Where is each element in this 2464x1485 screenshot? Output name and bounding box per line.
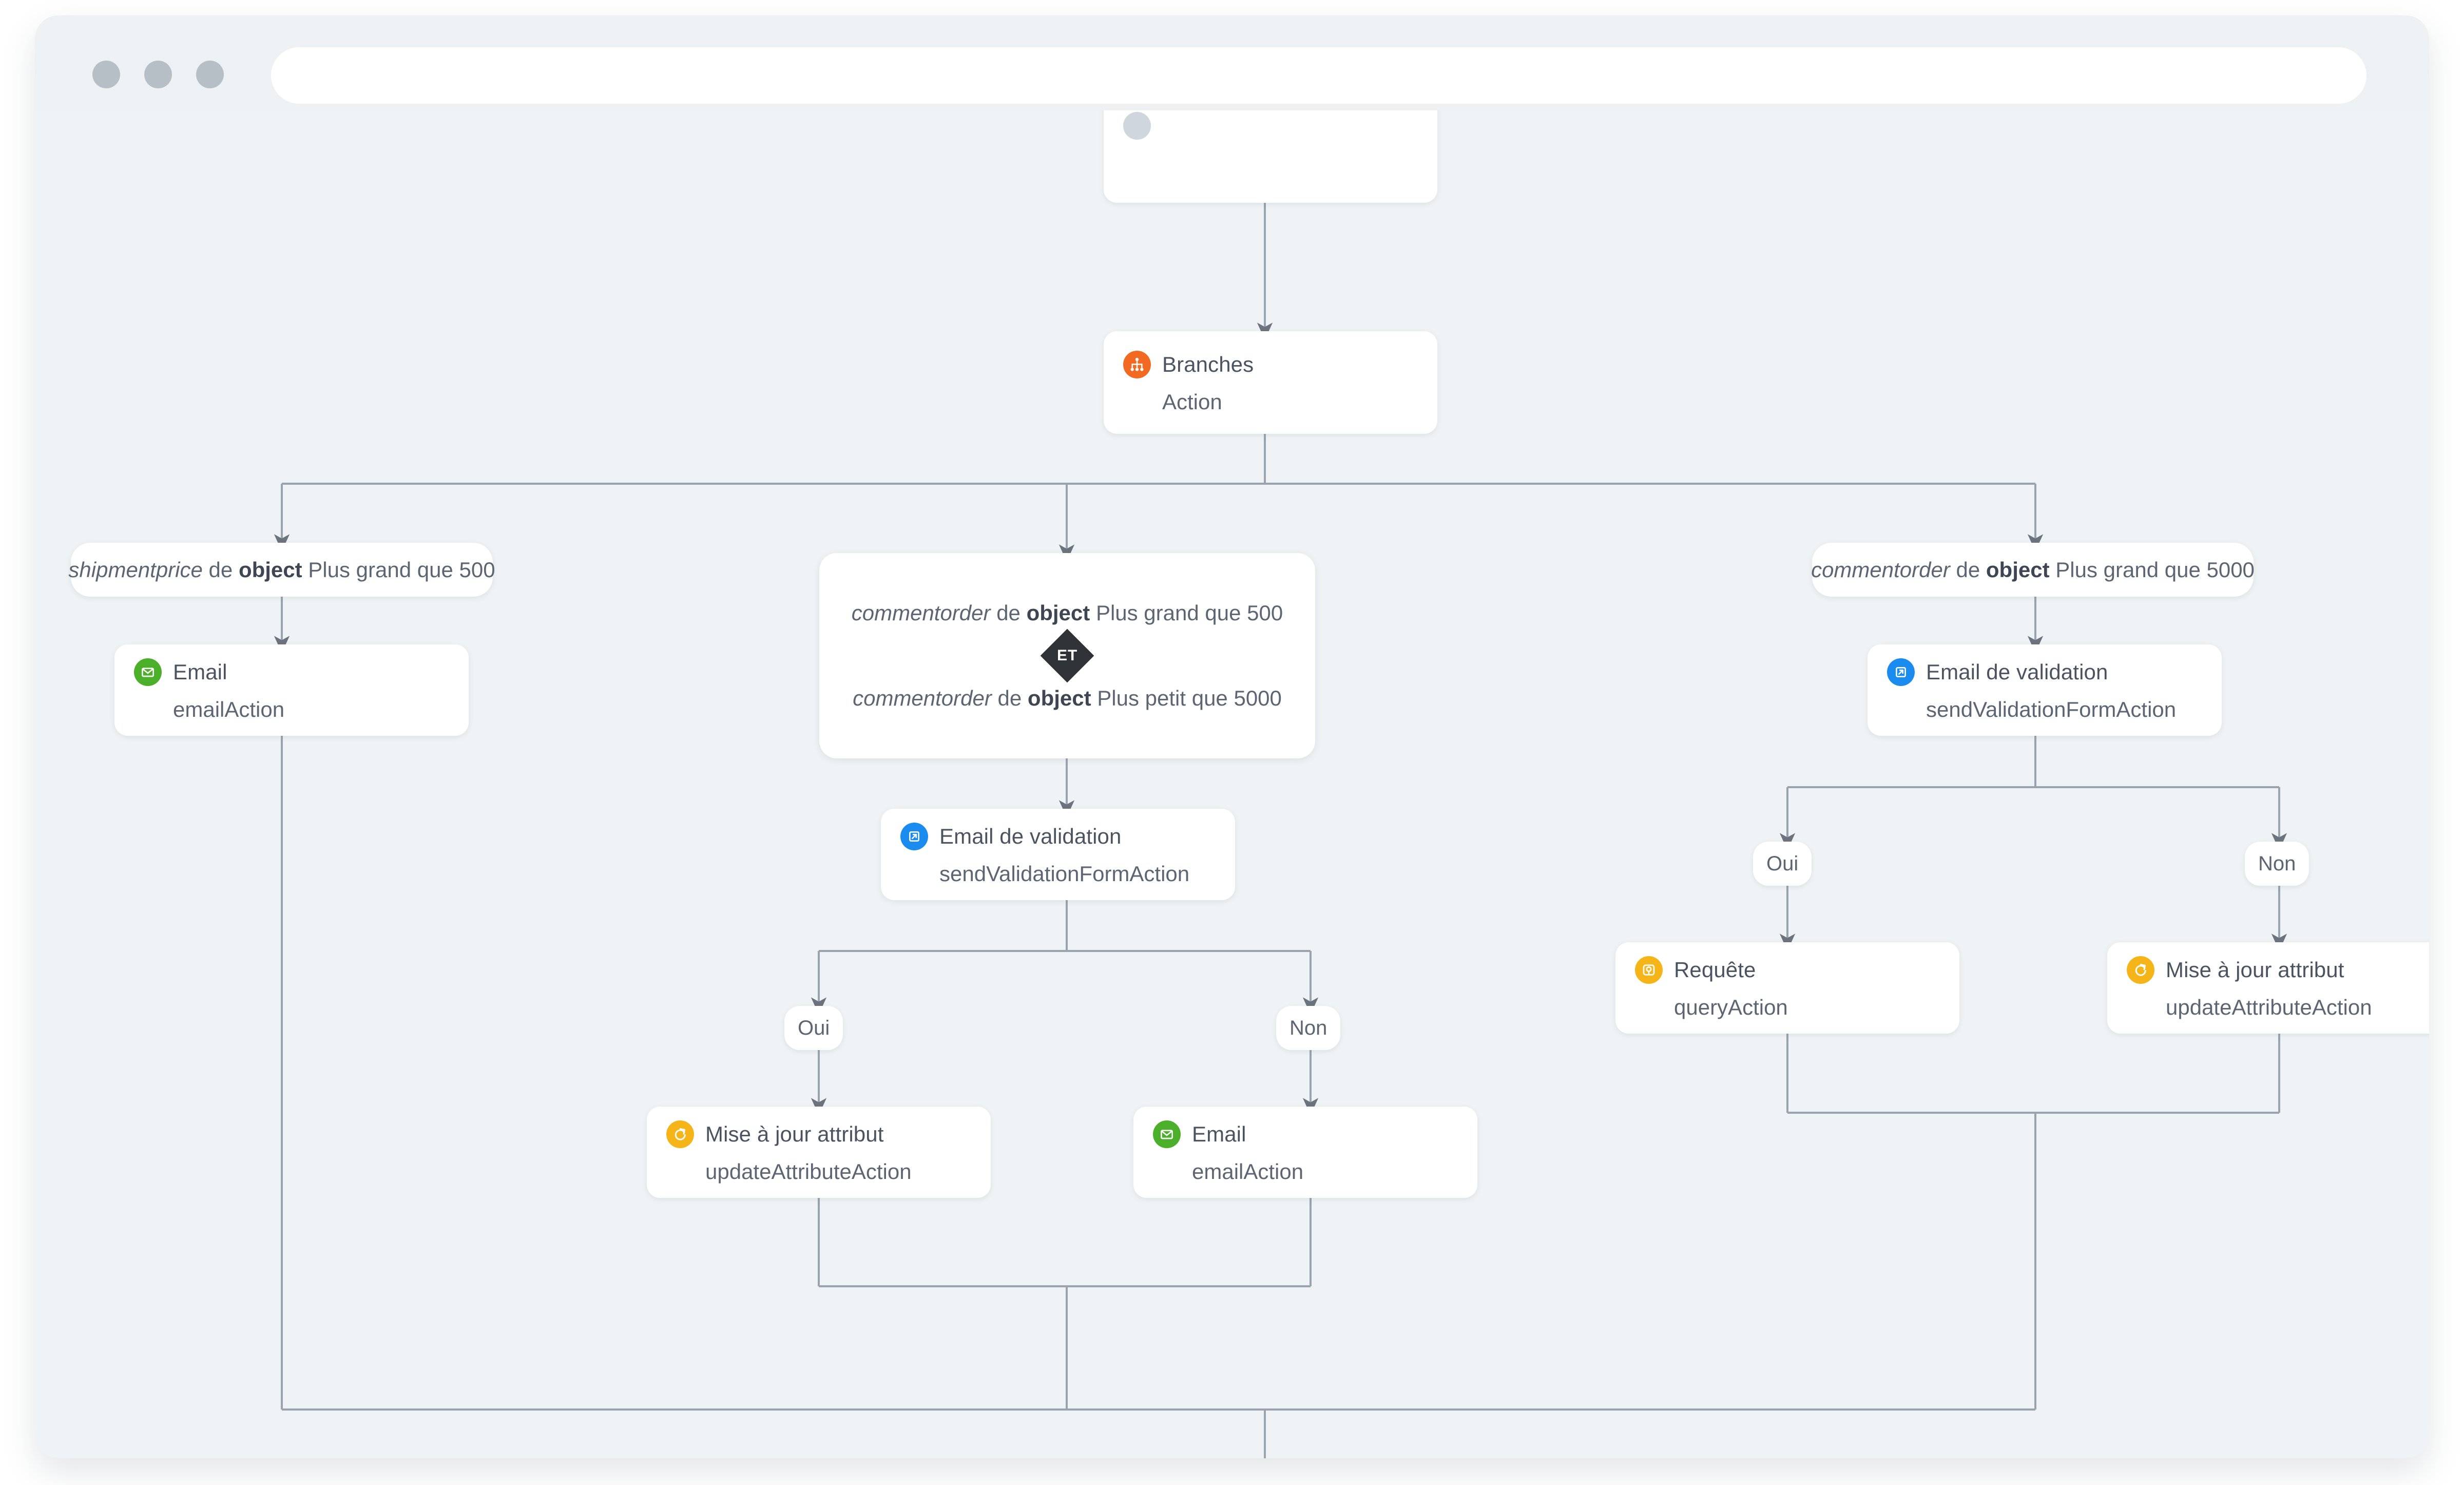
and-operator-label: ET	[1056, 647, 1078, 664]
condition-value: 500	[459, 557, 495, 582]
workflow-canvas[interactable]: Branches Action shipmentprice de object …	[35, 110, 2429, 1458]
validation-form-icon	[1887, 658, 1915, 686]
node-title: Mise à jour attribut	[705, 1122, 884, 1146]
workflow-node-validation-right[interactable]: Email de validation sendValidationFormAc…	[1868, 644, 2222, 736]
node-subtitle: updateAttributeAction	[2166, 995, 2372, 1019]
node-title: Email	[1192, 1122, 1246, 1146]
condition-object: object	[1027, 686, 1091, 710]
node-header: Email de validation	[900, 823, 1216, 850]
node-subtitle: sendValidationFormAction	[939, 862, 1190, 886]
node-header: Requête	[1635, 956, 1940, 984]
condition-box-center[interactable]: commentorder de object Plus grand que 50…	[819, 553, 1315, 758]
condition-text: shipmentprice de object Plus grand que 5…	[68, 558, 495, 582]
branch-label-text: Non	[1289, 1016, 1327, 1039]
branch-label-right-yes[interactable]: Oui	[1753, 842, 1812, 886]
node-header	[1123, 112, 1418, 140]
branch-label-text: Oui	[798, 1016, 830, 1039]
envelope-icon	[134, 658, 162, 686]
node-title: Email de validation	[939, 824, 1122, 848]
condition-field: commentorder	[853, 686, 992, 710]
refresh-icon	[2127, 956, 2154, 984]
node-header: Email de validation	[1887, 658, 2202, 686]
node-subtitle: updateAttributeAction	[705, 1159, 912, 1184]
browser-window: Branches Action shipmentprice de object …	[35, 15, 2429, 1458]
and-operator-badge: ET	[1040, 629, 1094, 683]
refresh-icon	[666, 1120, 694, 1148]
maximize-button-icon[interactable]	[196, 61, 224, 88]
workflow-node-email-center[interactable]: Email emailAction	[1133, 1107, 1477, 1198]
condition-value: 5000	[1234, 686, 1282, 710]
condition-value: 500	[1247, 601, 1283, 625]
query-icon	[1635, 956, 1663, 984]
workflow-node-top-clipped[interactable]	[1104, 110, 1437, 203]
branch-label-center-yes[interactable]: Oui	[784, 1006, 843, 1050]
window-controls[interactable]	[92, 61, 224, 88]
condition-object: object	[1986, 557, 2050, 582]
validation-form-icon	[900, 823, 928, 850]
workflow-node-validation-center[interactable]: Email de validation sendValidationFormAc…	[881, 809, 1235, 900]
condition-connector: de	[208, 557, 233, 582]
branch-label-right-no[interactable]: Non	[2245, 842, 2309, 886]
minimize-button-icon[interactable]	[144, 61, 172, 88]
condition-clause-1: commentorder de object Plus grand que 50…	[852, 601, 1283, 625]
node-title: Requête	[1674, 958, 1756, 982]
condition-object: object	[238, 557, 302, 582]
condition-pill-right[interactable]: commentorder de object Plus grand que 50…	[1811, 543, 2255, 597]
workflow-connectors	[274, 110, 2287, 1458]
node-title: Email	[173, 660, 227, 684]
condition-value: 5000	[2206, 557, 2255, 582]
node-subtitle: emailAction	[1192, 1159, 1304, 1184]
condition-field: commentorder	[1811, 557, 1950, 582]
branch-label-text: Non	[2258, 852, 2296, 875]
condition-operator: Plus grand que	[308, 557, 453, 582]
condition-field: shipmentprice	[68, 557, 203, 582]
address-bar[interactable]	[271, 47, 2366, 104]
condition-operator: Plus grand que	[1095, 601, 1241, 625]
condition-connector: de	[997, 686, 1022, 710]
branch-label-center-no[interactable]: Non	[1276, 1006, 1341, 1050]
workflow-node-update-center[interactable]: Mise à jour attribut updateAttributeActi…	[647, 1107, 991, 1198]
close-button-icon[interactable]	[92, 61, 120, 88]
node-subtitle: emailAction	[173, 697, 285, 721]
branches-icon	[1123, 351, 1151, 378]
condition-clause-2: commentorder de object Plus petit que 50…	[853, 686, 1282, 711]
condition-operator: Plus grand que	[2055, 557, 2201, 582]
node-title: Mise à jour attribut	[2166, 958, 2344, 982]
workflow-node-branches[interactable]: Branches Action	[1104, 331, 1437, 434]
workflow-node-query-right[interactable]: Requête queryAction	[1615, 942, 1959, 1034]
node-header: Email	[1153, 1120, 1458, 1148]
node-subtitle: queryAction	[1674, 995, 1788, 1019]
node-header: Branches	[1123, 351, 1418, 378]
condition-operator: Plus petit que	[1097, 686, 1228, 710]
condition-pill-left[interactable]: shipmentprice de object Plus grand que 5…	[68, 543, 495, 597]
workflow-node-email-left[interactable]: Email emailAction	[114, 644, 469, 736]
clipped-node-icon	[1123, 112, 1151, 140]
condition-connector: de	[996, 601, 1021, 625]
workflow-node-update-right[interactable]: Mise à jour attribut updateAttributeActi…	[2107, 942, 2429, 1034]
branch-label-text: Oui	[1766, 852, 1799, 875]
node-title: Email de validation	[1926, 660, 2108, 684]
node-header: Mise à jour attribut	[2127, 956, 2429, 984]
condition-object: object	[1026, 601, 1090, 625]
envelope-icon	[1153, 1120, 1181, 1148]
node-subtitle: Action	[1162, 390, 1222, 414]
browser-titlebar	[35, 15, 2429, 110]
condition-connector: de	[1956, 557, 1980, 582]
node-header: Email	[134, 658, 449, 686]
condition-field: commentorder	[851, 601, 991, 625]
node-subtitle: sendValidationFormAction	[1926, 697, 2177, 721]
node-title: Branches	[1162, 352, 1254, 376]
node-header: Mise à jour attribut	[666, 1120, 971, 1148]
condition-text: commentorder de object Plus grand que 50…	[1811, 558, 2255, 582]
